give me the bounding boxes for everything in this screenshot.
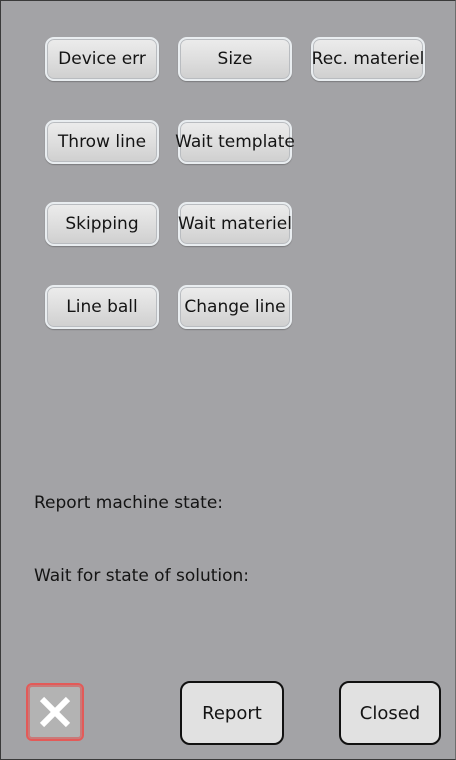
size-button[interactable]: Size xyxy=(178,37,292,81)
screen-frame xyxy=(0,0,456,760)
throw-line-button[interactable]: Throw line xyxy=(45,120,159,164)
wait-template-button[interactable]: Wait template xyxy=(175,120,295,164)
close-x-icon xyxy=(39,696,71,728)
wait-for-state-label: Wait for state of solution: xyxy=(34,566,250,586)
change-line-button[interactable]: Change line xyxy=(178,285,292,329)
report-button[interactable]: Report xyxy=(180,681,284,745)
report-machine-state-label: Report machine state: xyxy=(34,493,224,513)
skipping-button[interactable]: Skipping xyxy=(45,202,159,246)
rec-materiel-button[interactable]: Rec. materiel xyxy=(311,37,425,81)
close-button[interactable] xyxy=(26,683,84,741)
line-ball-button[interactable]: Line ball xyxy=(45,285,159,329)
wait-materiel-button[interactable]: Wait materiel xyxy=(178,202,292,246)
device-err-button[interactable]: Device err xyxy=(45,37,159,81)
closed-button[interactable]: Closed xyxy=(339,681,441,745)
